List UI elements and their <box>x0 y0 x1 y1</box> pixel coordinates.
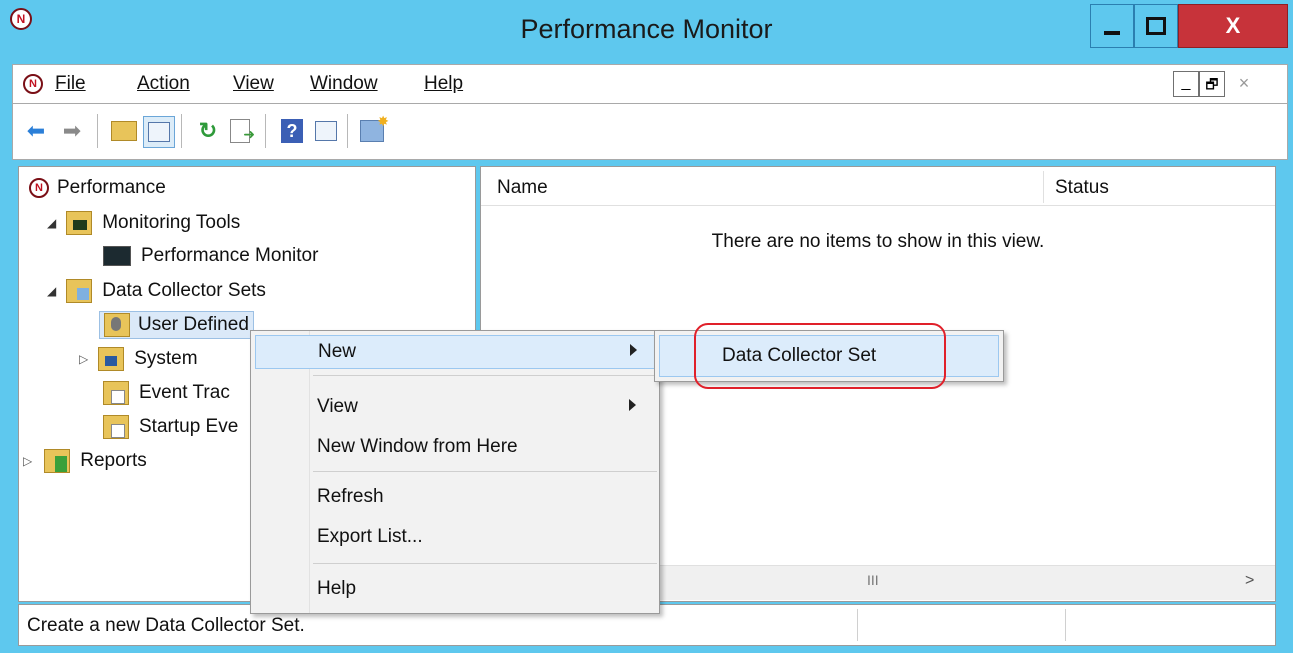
minimize-icon <box>1104 31 1120 35</box>
forward-arrow-icon: ➡ <box>62 118 82 143</box>
help-icon: ? <box>281 119 303 143</box>
refresh-button[interactable]: ↻ <box>193 116 223 146</box>
tree-item-data-collector-sets[interactable]: ◢ Data Collector Sets <box>47 279 266 303</box>
user-folder-icon <box>104 313 130 337</box>
context-menu-new-window[interactable]: New Window from Here <box>251 431 659 465</box>
column-header-name[interactable]: Name <box>497 177 548 199</box>
status-divider <box>857 609 858 641</box>
menu-window[interactable]: Window <box>310 73 378 95</box>
collapse-arrow-icon[interactable]: ◢ <box>47 216 56 230</box>
context-menu-view[interactable]: View <box>251 391 659 425</box>
context-menu-help[interactable]: Help <box>251 573 659 607</box>
tree-item-event-trace[interactable]: Event Trac <box>103 381 230 405</box>
folder-icon <box>66 211 93 235</box>
menu-view[interactable]: View <box>233 73 274 95</box>
back-button[interactable]: ⬅ <box>21 116 51 146</box>
new-data-collector-set-icon: ✸ <box>360 113 389 142</box>
context-menu-new[interactable]: New <box>255 335 655 369</box>
forward-button[interactable]: ➡ <box>57 116 87 146</box>
toolbar-separator <box>265 114 266 148</box>
menu-separator <box>313 563 657 564</box>
mdi-restore-button[interactable]: 🗗 <box>1199 71 1225 97</box>
empty-list-message: There are no items to show in this view. <box>711 231 1045 252</box>
column-header-status[interactable]: Status <box>1055 177 1109 199</box>
scroll-right-icon[interactable]: > <box>1245 572 1254 590</box>
perfmon-icon: N <box>29 178 49 198</box>
performance-monitor-icon <box>103 246 131 266</box>
menu-bar: N File Action View Window Help _ 🗗 × <box>12 64 1288 104</box>
column-divider[interactable] <box>1043 171 1044 203</box>
system-folder-icon <box>98 347 125 371</box>
context-menu-gutter <box>309 331 310 613</box>
context-menu: New View New Window from Here Refresh Ex… <box>250 330 660 614</box>
context-menu-export-list[interactable]: Export List... <box>251 521 659 555</box>
perfmon-menu-icon[interactable]: N <box>23 74 43 94</box>
trace-folder-icon <box>103 381 129 405</box>
toolbar: ⬅ ➡ ↻ ➜ ? ✸ <box>12 104 1288 160</box>
show-action-pane-button[interactable] <box>311 116 341 146</box>
menu-separator <box>313 375 657 376</box>
status-text: Create a new Data Collector Set. <box>27 615 305 636</box>
list-header <box>481 167 1275 206</box>
highlight-annotation <box>694 323 946 389</box>
submenu-arrow-icon <box>629 399 636 411</box>
tree-item-monitoring-tools[interactable]: ◢ Monitoring Tools <box>47 211 240 235</box>
minimize-button[interactable] <box>1090 4 1134 48</box>
tree-item-user-defined[interactable]: User Defined <box>99 311 254 339</box>
menu-file[interactable]: File <box>55 73 86 95</box>
menu-action[interactable]: Action <box>137 73 190 95</box>
submenu-arrow-icon <box>630 344 637 356</box>
up-level-button[interactable] <box>109 116 139 146</box>
new-collector-set-button[interactable]: ✸ <box>357 113 389 146</box>
menu-separator <box>313 471 657 472</box>
mdi-close-button[interactable]: × <box>1231 71 1257 97</box>
status-divider <box>1065 609 1066 641</box>
export-list-icon: ➜ <box>230 119 255 143</box>
mdi-minimize-button[interactable]: _ <box>1173 71 1199 97</box>
tree-item-reports[interactable]: ▷ Reports <box>23 449 147 473</box>
tree-item-startup-event[interactable]: Startup Eve <box>103 415 238 439</box>
collapse-arrow-icon[interactable]: ◢ <box>47 284 56 298</box>
close-button[interactable]: X <box>1178 4 1288 48</box>
action-pane-icon <box>315 121 337 141</box>
up-folder-icon <box>111 121 137 141</box>
expand-arrow-icon[interactable]: ▷ <box>23 454 32 468</box>
reports-folder-icon <box>44 449 71 473</box>
close-icon: X <box>1225 13 1241 38</box>
folder-icon <box>66 279 93 303</box>
toolbar-separator <box>97 114 98 148</box>
export-list-button[interactable]: ➜ <box>225 116 255 146</box>
menu-help[interactable]: Help <box>424 73 463 95</box>
back-arrow-icon: ⬅ <box>26 118 46 143</box>
tree-item-system[interactable]: ▷ System <box>79 347 198 371</box>
expand-arrow-icon[interactable]: ▷ <box>79 352 88 366</box>
maximize-icon <box>1146 17 1166 35</box>
help-button[interactable]: ? <box>277 116 307 146</box>
refresh-icon: ↻ <box>198 118 218 143</box>
tree-item-performance-monitor[interactable]: Performance Monitor <box>103 245 318 267</box>
tree-item-performance[interactable]: N Performance <box>29 177 166 199</box>
maximize-button[interactable] <box>1134 4 1178 48</box>
console-tree-icon <box>148 122 170 142</box>
toolbar-separator <box>347 114 348 148</box>
trace-folder-icon <box>103 415 129 439</box>
toolbar-separator <box>181 114 182 148</box>
context-menu-refresh[interactable]: Refresh <box>251 481 659 515</box>
scroll-thumb-grip[interactable]: III <box>867 572 879 588</box>
show-hide-tree-button[interactable] <box>143 116 175 148</box>
